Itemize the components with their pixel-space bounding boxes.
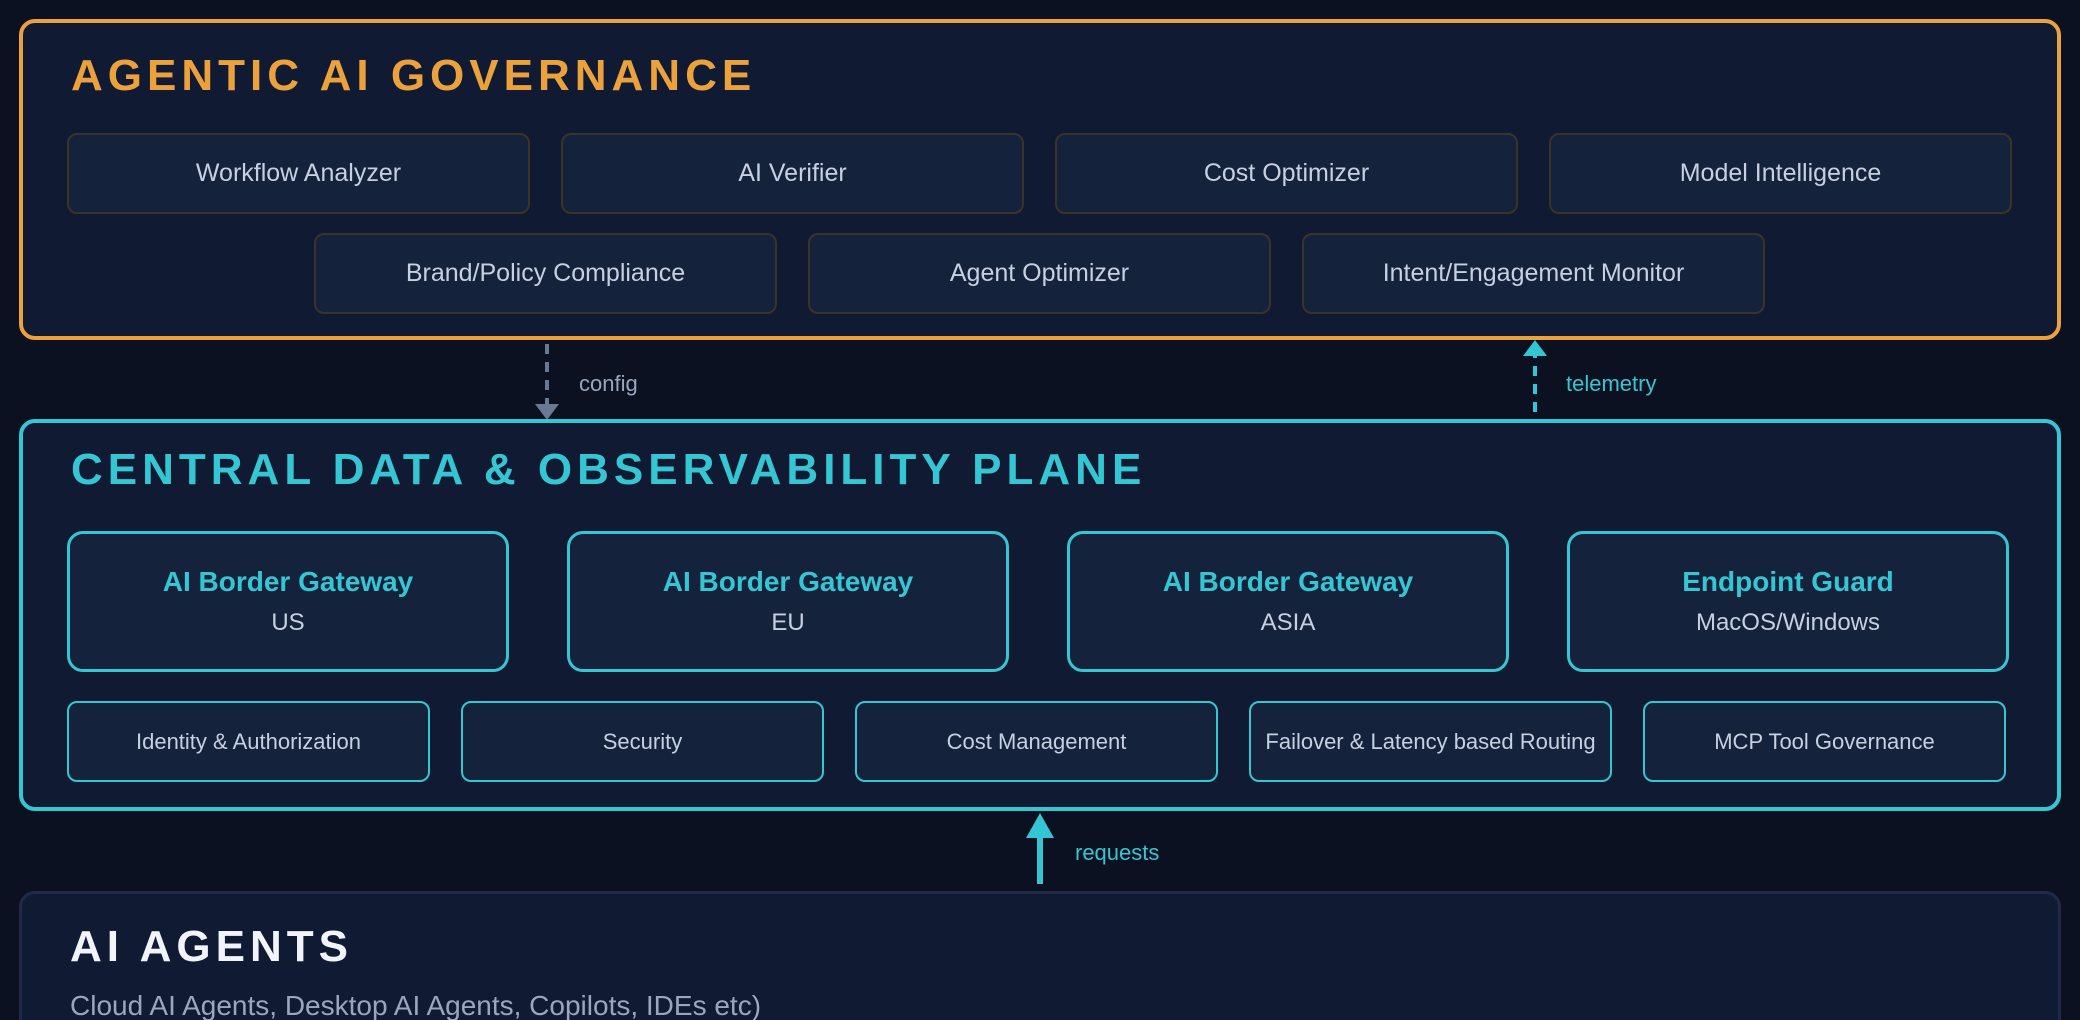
requests-label: requests [1075, 840, 1160, 865]
gateway-eu-region: EU [771, 608, 805, 636]
gateway-us-title: AI Border Gateway [162, 565, 414, 597]
data-plane-panel: CENTRAL DATA & OBSERVABILITY PLANE AI Bo… [19, 419, 2061, 811]
data-plane-title: CENTRAL DATA & OBSERVABILITY PLANE [71, 445, 1147, 494]
telemetry-arrow [1523, 340, 1547, 412]
service-security: Security [461, 701, 824, 782]
gateway-us: AI Border Gateway US [67, 531, 509, 672]
service-cost-management: Cost Management [855, 701, 1218, 782]
gateway-eu: AI Border Gateway EU [567, 531, 1009, 672]
ai-agents-description: Cloud AI Agents, Desktop AI Agents, Copi… [70, 990, 762, 1020]
config-arrow [535, 344, 559, 420]
gateway-asia-region: ASIA [1260, 608, 1316, 636]
ai-agents-title: AI AGENTS [70, 922, 353, 971]
gateway-asia: AI Border Gateway ASIA [1067, 531, 1509, 672]
endpoint-guard-platforms: MacOS/Windows [1695, 608, 1881, 636]
gateway-us-region: US [271, 608, 305, 636]
requests-arrow [1026, 813, 1054, 884]
config-label: config [579, 371, 638, 396]
service-failover-routing: Failover & Latency based Routing [1249, 701, 1612, 782]
gateway-asia-title: AI Border Gateway [1162, 565, 1414, 597]
endpoint-guard-title: Endpoint Guard [1682, 565, 1894, 597]
service-identity-authorization: Identity & Authorization [67, 701, 430, 782]
gateway-eu-title: AI Border Gateway [662, 565, 914, 597]
architecture-diagram: AGENTIC AI GOVERNANCE Workflow Analyzer … [0, 0, 2080, 1020]
ai-agents-panel: AI AGENTS Cloud AI Agents, Desktop AI Ag… [19, 891, 2061, 1020]
service-mcp-tool-governance: MCP Tool Governance [1643, 701, 2006, 782]
endpoint-guard: Endpoint Guard MacOS/Windows [1567, 531, 2009, 672]
telemetry-label: telemetry [1566, 371, 1657, 396]
